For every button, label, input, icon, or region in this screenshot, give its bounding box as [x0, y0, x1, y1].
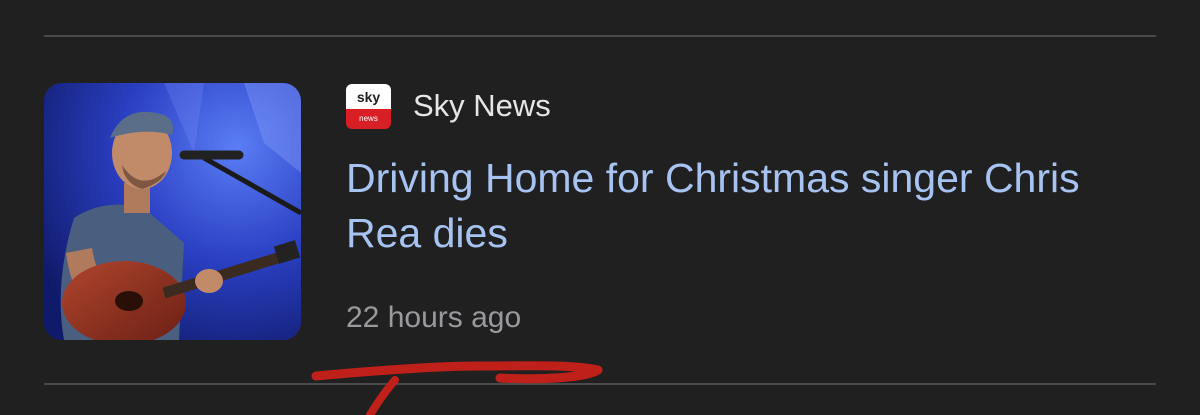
- divider-bottom: [44, 383, 1156, 385]
- sky-news-logo-icon: sky news: [346, 84, 391, 129]
- source-name: Sky News: [413, 88, 551, 123]
- singer-with-guitar-photo-icon: [44, 83, 301, 340]
- divider-top: [44, 35, 1156, 37]
- article-headline[interactable]: Driving Home for Christmas singer Chris …: [346, 151, 1106, 261]
- news-article-card[interactable]: sky news Sky News Driving Home for Chris…: [0, 38, 1200, 382]
- svg-text:sky: sky: [357, 89, 381, 105]
- article-thumbnail[interactable]: [44, 83, 301, 340]
- article-timestamp: 22 hours ago: [346, 301, 522, 334]
- svg-text:news: news: [359, 114, 378, 123]
